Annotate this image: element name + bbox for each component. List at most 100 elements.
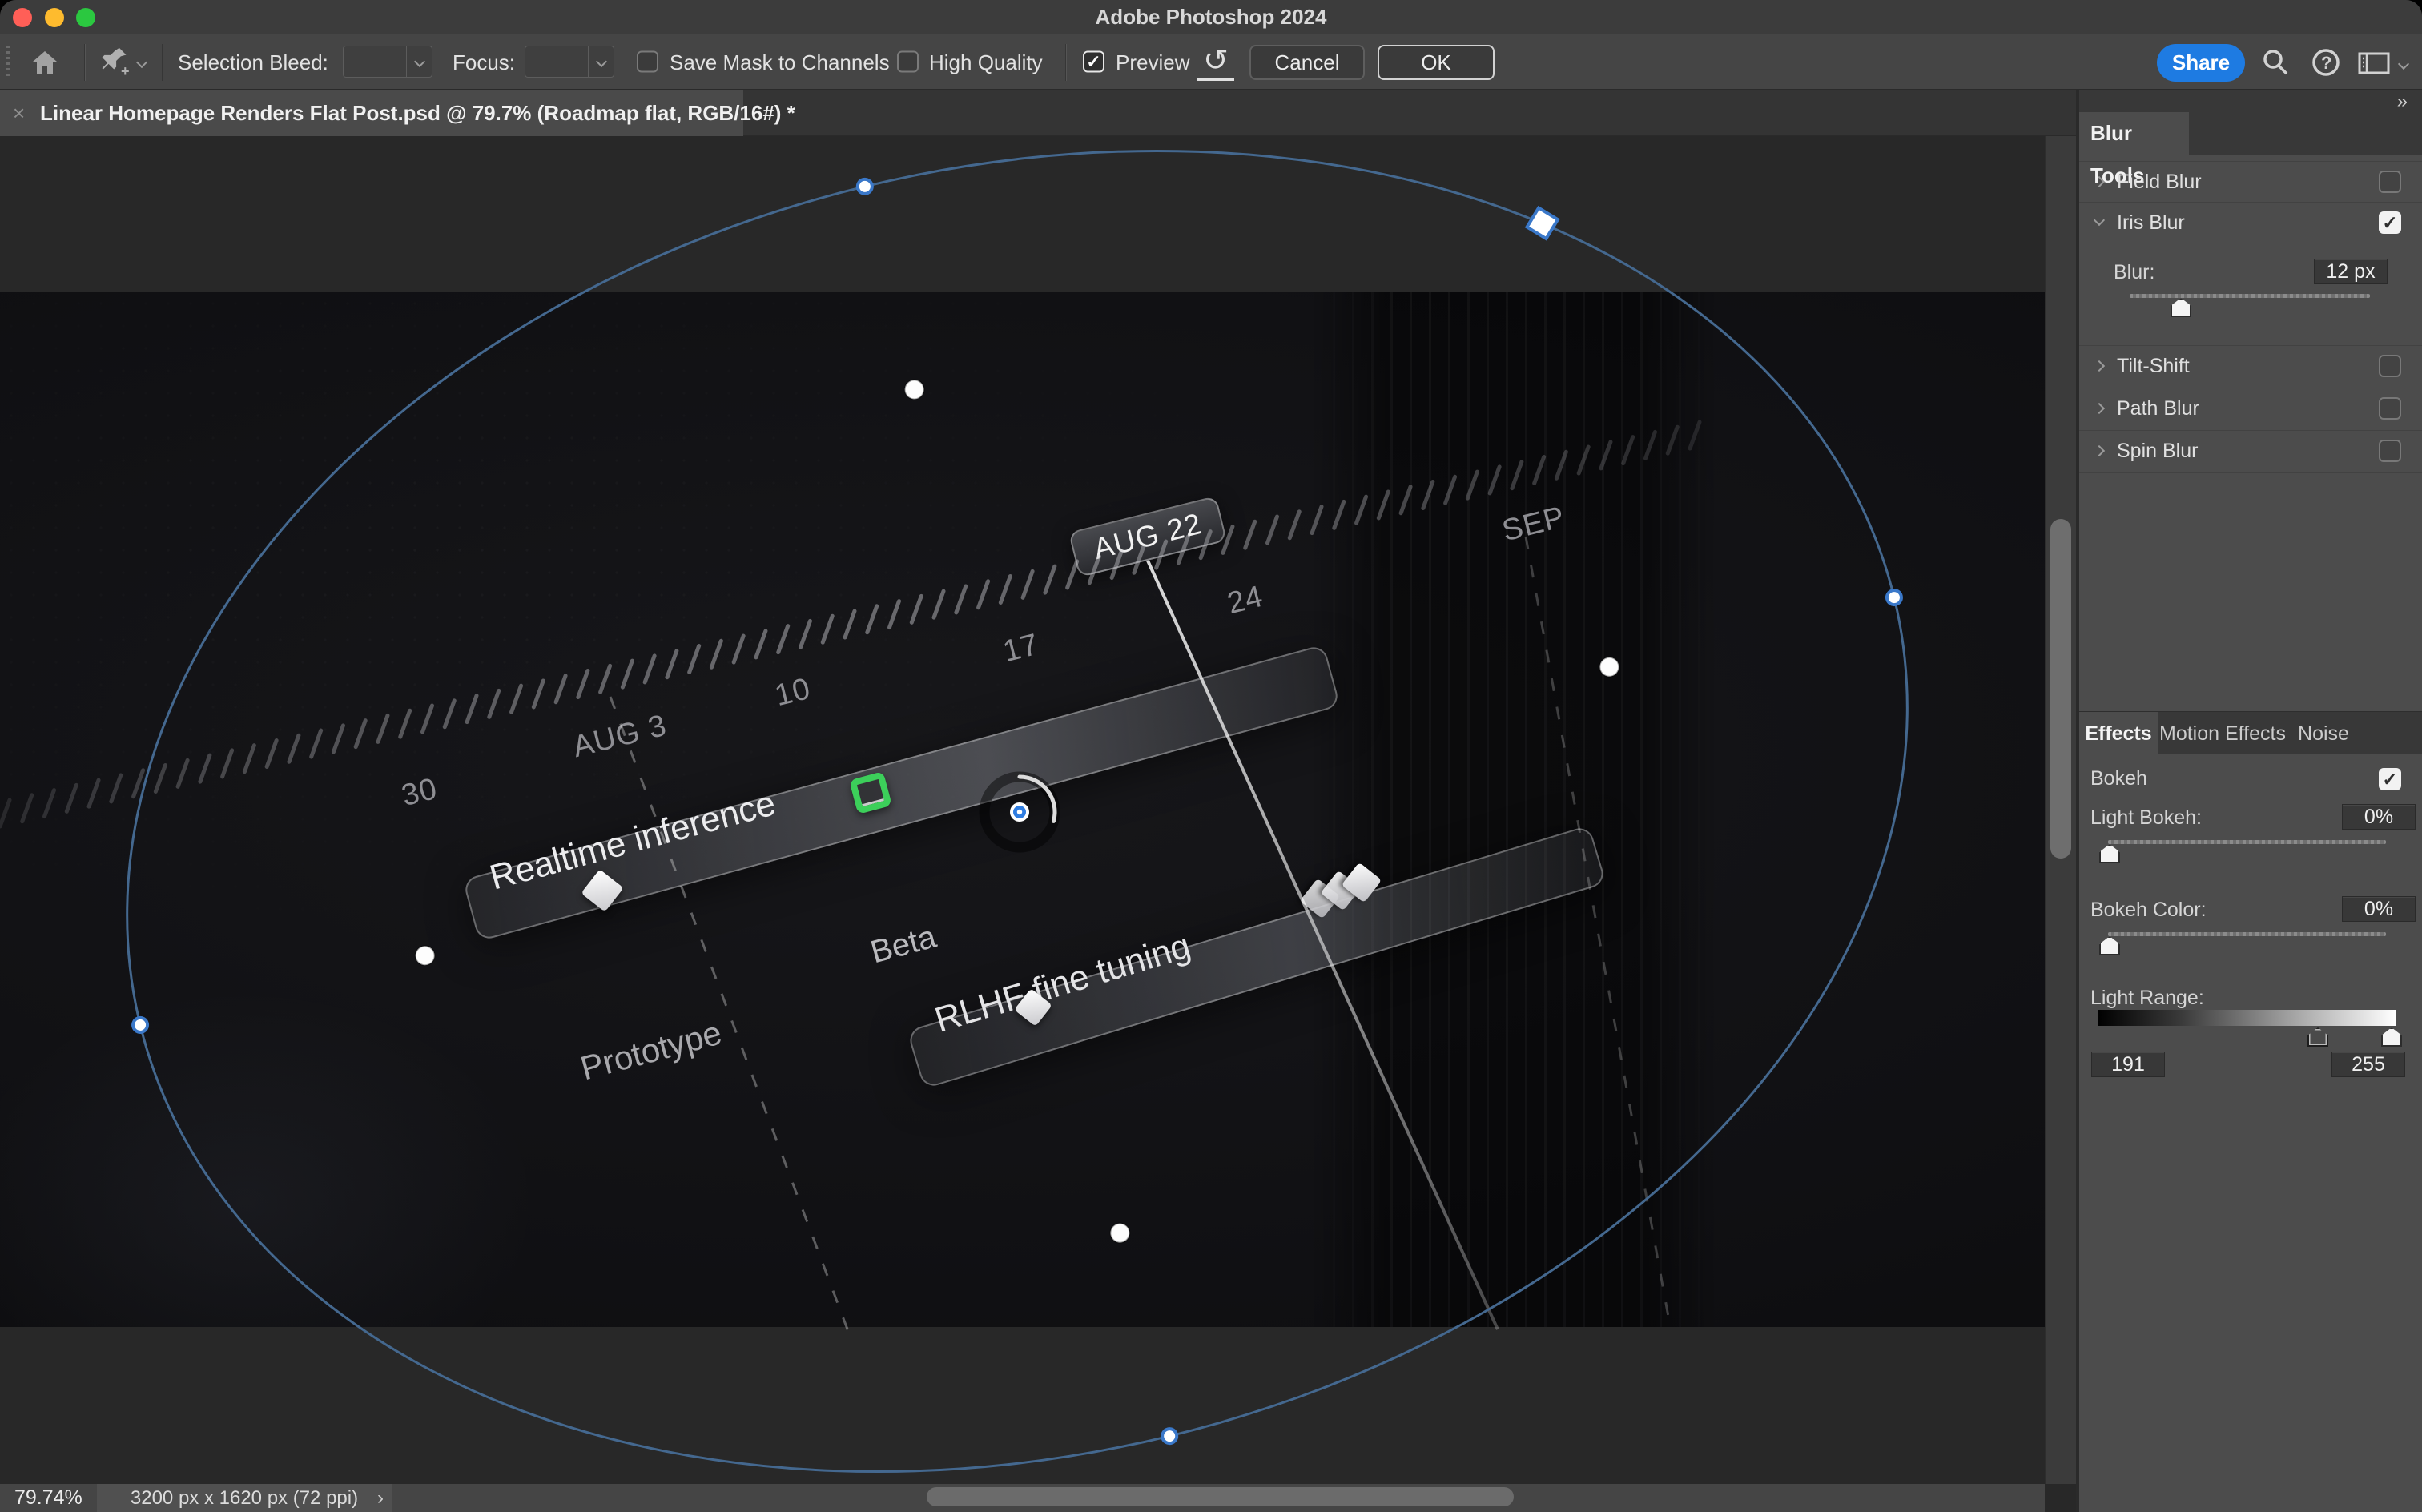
pin-tool-icon[interactable]: + bbox=[99, 46, 135, 82]
blur-gallery-panel: » Blur Tools Field Blur Iris Blur ✓ Blur… bbox=[2079, 90, 2422, 1512]
pin-tool-dropdown-icon[interactable] bbox=[136, 57, 147, 68]
feather-handle[interactable] bbox=[1598, 655, 1621, 678]
document-info-chevron[interactable]: › bbox=[377, 1484, 384, 1512]
light-range-min-value[interactable]: 191 bbox=[2091, 1052, 2165, 1077]
home-icon[interactable] bbox=[30, 48, 59, 81]
bokeh-color-slider-handle[interactable] bbox=[2099, 936, 2120, 955]
workspace-dropdown-icon[interactable] bbox=[2398, 58, 2409, 70]
document-info[interactable]: 3200 px x 1620 px (72 ppi) › bbox=[97, 1484, 392, 1512]
effects-tab-row: Effects Motion Effects Noise bbox=[2079, 711, 2422, 754]
light-bokeh-slider-handle[interactable] bbox=[2099, 844, 2120, 863]
light-range-min-handle[interactable] bbox=[2307, 1027, 2328, 1047]
share-button[interactable]: Share bbox=[2157, 44, 2245, 82]
light-bokeh-label: Light Bokeh: bbox=[2090, 806, 2202, 830]
preview-label: Preview bbox=[1116, 34, 1189, 90]
divider bbox=[2079, 472, 2422, 474]
selection-bleed-label: Selection Bleed: bbox=[178, 34, 328, 90]
iris-blur-overlay bbox=[0, 136, 2045, 1476]
blur-tools-tab-row: Blur Tools bbox=[2079, 112, 2422, 155]
photoshop-window: Adobe Photoshop 2024 + Selection Bleed: … bbox=[0, 0, 2422, 1512]
document-tab-bar: × Linear Homepage Renders Flat Post.psd … bbox=[0, 90, 2079, 136]
workspace-icon[interactable] bbox=[2358, 52, 2390, 78]
ellipse-handle-right[interactable] bbox=[1885, 589, 1903, 606]
ok-button[interactable]: OK bbox=[1378, 45, 1495, 80]
tab-effects[interactable]: Effects bbox=[2079, 712, 2158, 755]
document-tab[interactable]: × Linear Homepage Renders Flat Post.psd … bbox=[0, 90, 743, 136]
selection-bleed-dropdown[interactable] bbox=[343, 46, 432, 78]
light-bokeh-slider-track[interactable] bbox=[2108, 840, 2386, 844]
vertical-scrollbar[interactable] bbox=[2045, 136, 2076, 1484]
vertical-scrollbar-thumb[interactable] bbox=[2050, 519, 2071, 859]
tilt-shift-checkbox[interactable] bbox=[2379, 355, 2401, 377]
blur-slider-handle[interactable] bbox=[2171, 298, 2191, 317]
ellipse-handle-top[interactable] bbox=[856, 178, 874, 195]
zoom-level[interactable]: 79.74% bbox=[14, 1484, 82, 1512]
tool-row-iris-blur[interactable]: Iris Blur ✓ bbox=[2079, 202, 2422, 243]
close-tab-icon[interactable]: × bbox=[13, 90, 25, 136]
feather-handle[interactable] bbox=[903, 378, 926, 401]
light-bokeh-value[interactable]: 0% bbox=[2342, 804, 2416, 830]
toolbar-grip[interactable] bbox=[6, 46, 10, 79]
bokeh-color-value[interactable]: 0% bbox=[2342, 896, 2416, 922]
save-mask-label: Save Mask to Channels bbox=[670, 34, 890, 90]
light-range-max-handle[interactable] bbox=[2381, 1027, 2402, 1047]
horizontal-scrollbar-thumb[interactable] bbox=[927, 1487, 1514, 1506]
svg-text:?: ? bbox=[2321, 53, 2331, 73]
tab-motion-effects[interactable]: Motion Effects bbox=[2159, 712, 2285, 755]
roundness-diamond-handle[interactable] bbox=[1527, 208, 1558, 239]
ellipse-handle-left[interactable] bbox=[131, 1016, 149, 1034]
status-bar: 79.74% 3200 px x 1620 px (72 ppi) › bbox=[0, 1484, 2045, 1512]
field-blur-checkbox[interactable] bbox=[2379, 171, 2401, 193]
options-bar: + Selection Bleed: Focus: Save Mask to C… bbox=[0, 34, 2422, 90]
blur-amount-value[interactable]: 12 px bbox=[2314, 259, 2388, 284]
light-range-max-value[interactable]: 255 bbox=[2331, 1052, 2405, 1077]
tool-row-tilt-shift[interactable]: Tilt-Shift bbox=[2079, 345, 2422, 386]
light-range-label: Light Range: bbox=[2090, 987, 2204, 1010]
light-range-gradient bbox=[2098, 1010, 2396, 1026]
tab-noise[interactable]: Noise bbox=[2287, 712, 2360, 755]
timeline-ticks bbox=[0, 422, 1700, 826]
separator bbox=[162, 44, 163, 81]
titlebar: Adobe Photoshop 2024 bbox=[0, 0, 2422, 34]
ellipse-handle-bottom[interactable] bbox=[1161, 1427, 1178, 1445]
blur-slider-track[interactable] bbox=[2130, 294, 2370, 298]
iris-blur-checkbox[interactable]: ✓ bbox=[2379, 211, 2401, 234]
bokeh-color-label: Bokeh Color: bbox=[2090, 899, 2207, 922]
separator bbox=[1065, 44, 1067, 81]
separator bbox=[84, 44, 86, 81]
search-icon[interactable] bbox=[2260, 47, 2291, 82]
collapse-panels-icon[interactable]: » bbox=[2397, 90, 2408, 112]
spin-blur-checkbox[interactable] bbox=[2379, 440, 2401, 462]
panel-collapse-strip: » bbox=[2079, 90, 2422, 112]
path-blur-checkbox[interactable] bbox=[2379, 397, 2401, 420]
high-quality-checkbox[interactable] bbox=[897, 51, 919, 73]
save-mask-checkbox[interactable] bbox=[637, 51, 658, 73]
high-quality-label: High Quality bbox=[929, 34, 1043, 90]
chevron-right-icon[interactable] bbox=[2094, 176, 2105, 187]
tab-blur-tools[interactable]: Blur Tools bbox=[2079, 112, 2189, 155]
document-tab-title: Linear Homepage Renders Flat Post.psd @ … bbox=[40, 90, 795, 136]
blur-amount-dial[interactable] bbox=[984, 777, 1055, 847]
chevron-right-icon[interactable] bbox=[2094, 403, 2105, 414]
tool-row-spin-blur[interactable]: Spin Blur bbox=[2079, 430, 2422, 471]
feather-handle[interactable] bbox=[413, 944, 437, 967]
bokeh-color-slider-track[interactable] bbox=[2108, 932, 2386, 936]
bokeh-checkbox[interactable]: ✓ bbox=[2379, 768, 2401, 790]
chevron-down-icon[interactable] bbox=[2094, 215, 2105, 226]
tool-row-field-blur[interactable]: Field Blur bbox=[2079, 161, 2422, 202]
bokeh-label: Bokeh bbox=[2090, 767, 2147, 790]
focus-dropdown[interactable] bbox=[525, 46, 614, 78]
cancel-button[interactable]: Cancel bbox=[1249, 45, 1365, 80]
preview-checkbox[interactable]: ✓ bbox=[1083, 51, 1104, 73]
window-title: Adobe Photoshop 2024 bbox=[0, 0, 2422, 34]
tool-row-path-blur[interactable]: Path Blur bbox=[2079, 388, 2422, 428]
chevron-right-icon[interactable] bbox=[2094, 360, 2105, 372]
help-icon[interactable]: ? bbox=[2311, 47, 2341, 82]
canvas-area[interactable]: 30 AUG 3 10 17 24 SEP AUG 22 Realtime in… bbox=[0, 136, 2045, 1476]
feather-handle[interactable] bbox=[1108, 1221, 1132, 1245]
guide-dashed-line bbox=[610, 697, 849, 1333]
focus-label: Focus: bbox=[453, 34, 515, 90]
svg-text:+: + bbox=[121, 63, 130, 78]
chevron-right-icon[interactable] bbox=[2094, 445, 2105, 456]
reset-icon[interactable]: ↺ bbox=[1197, 44, 1234, 81]
